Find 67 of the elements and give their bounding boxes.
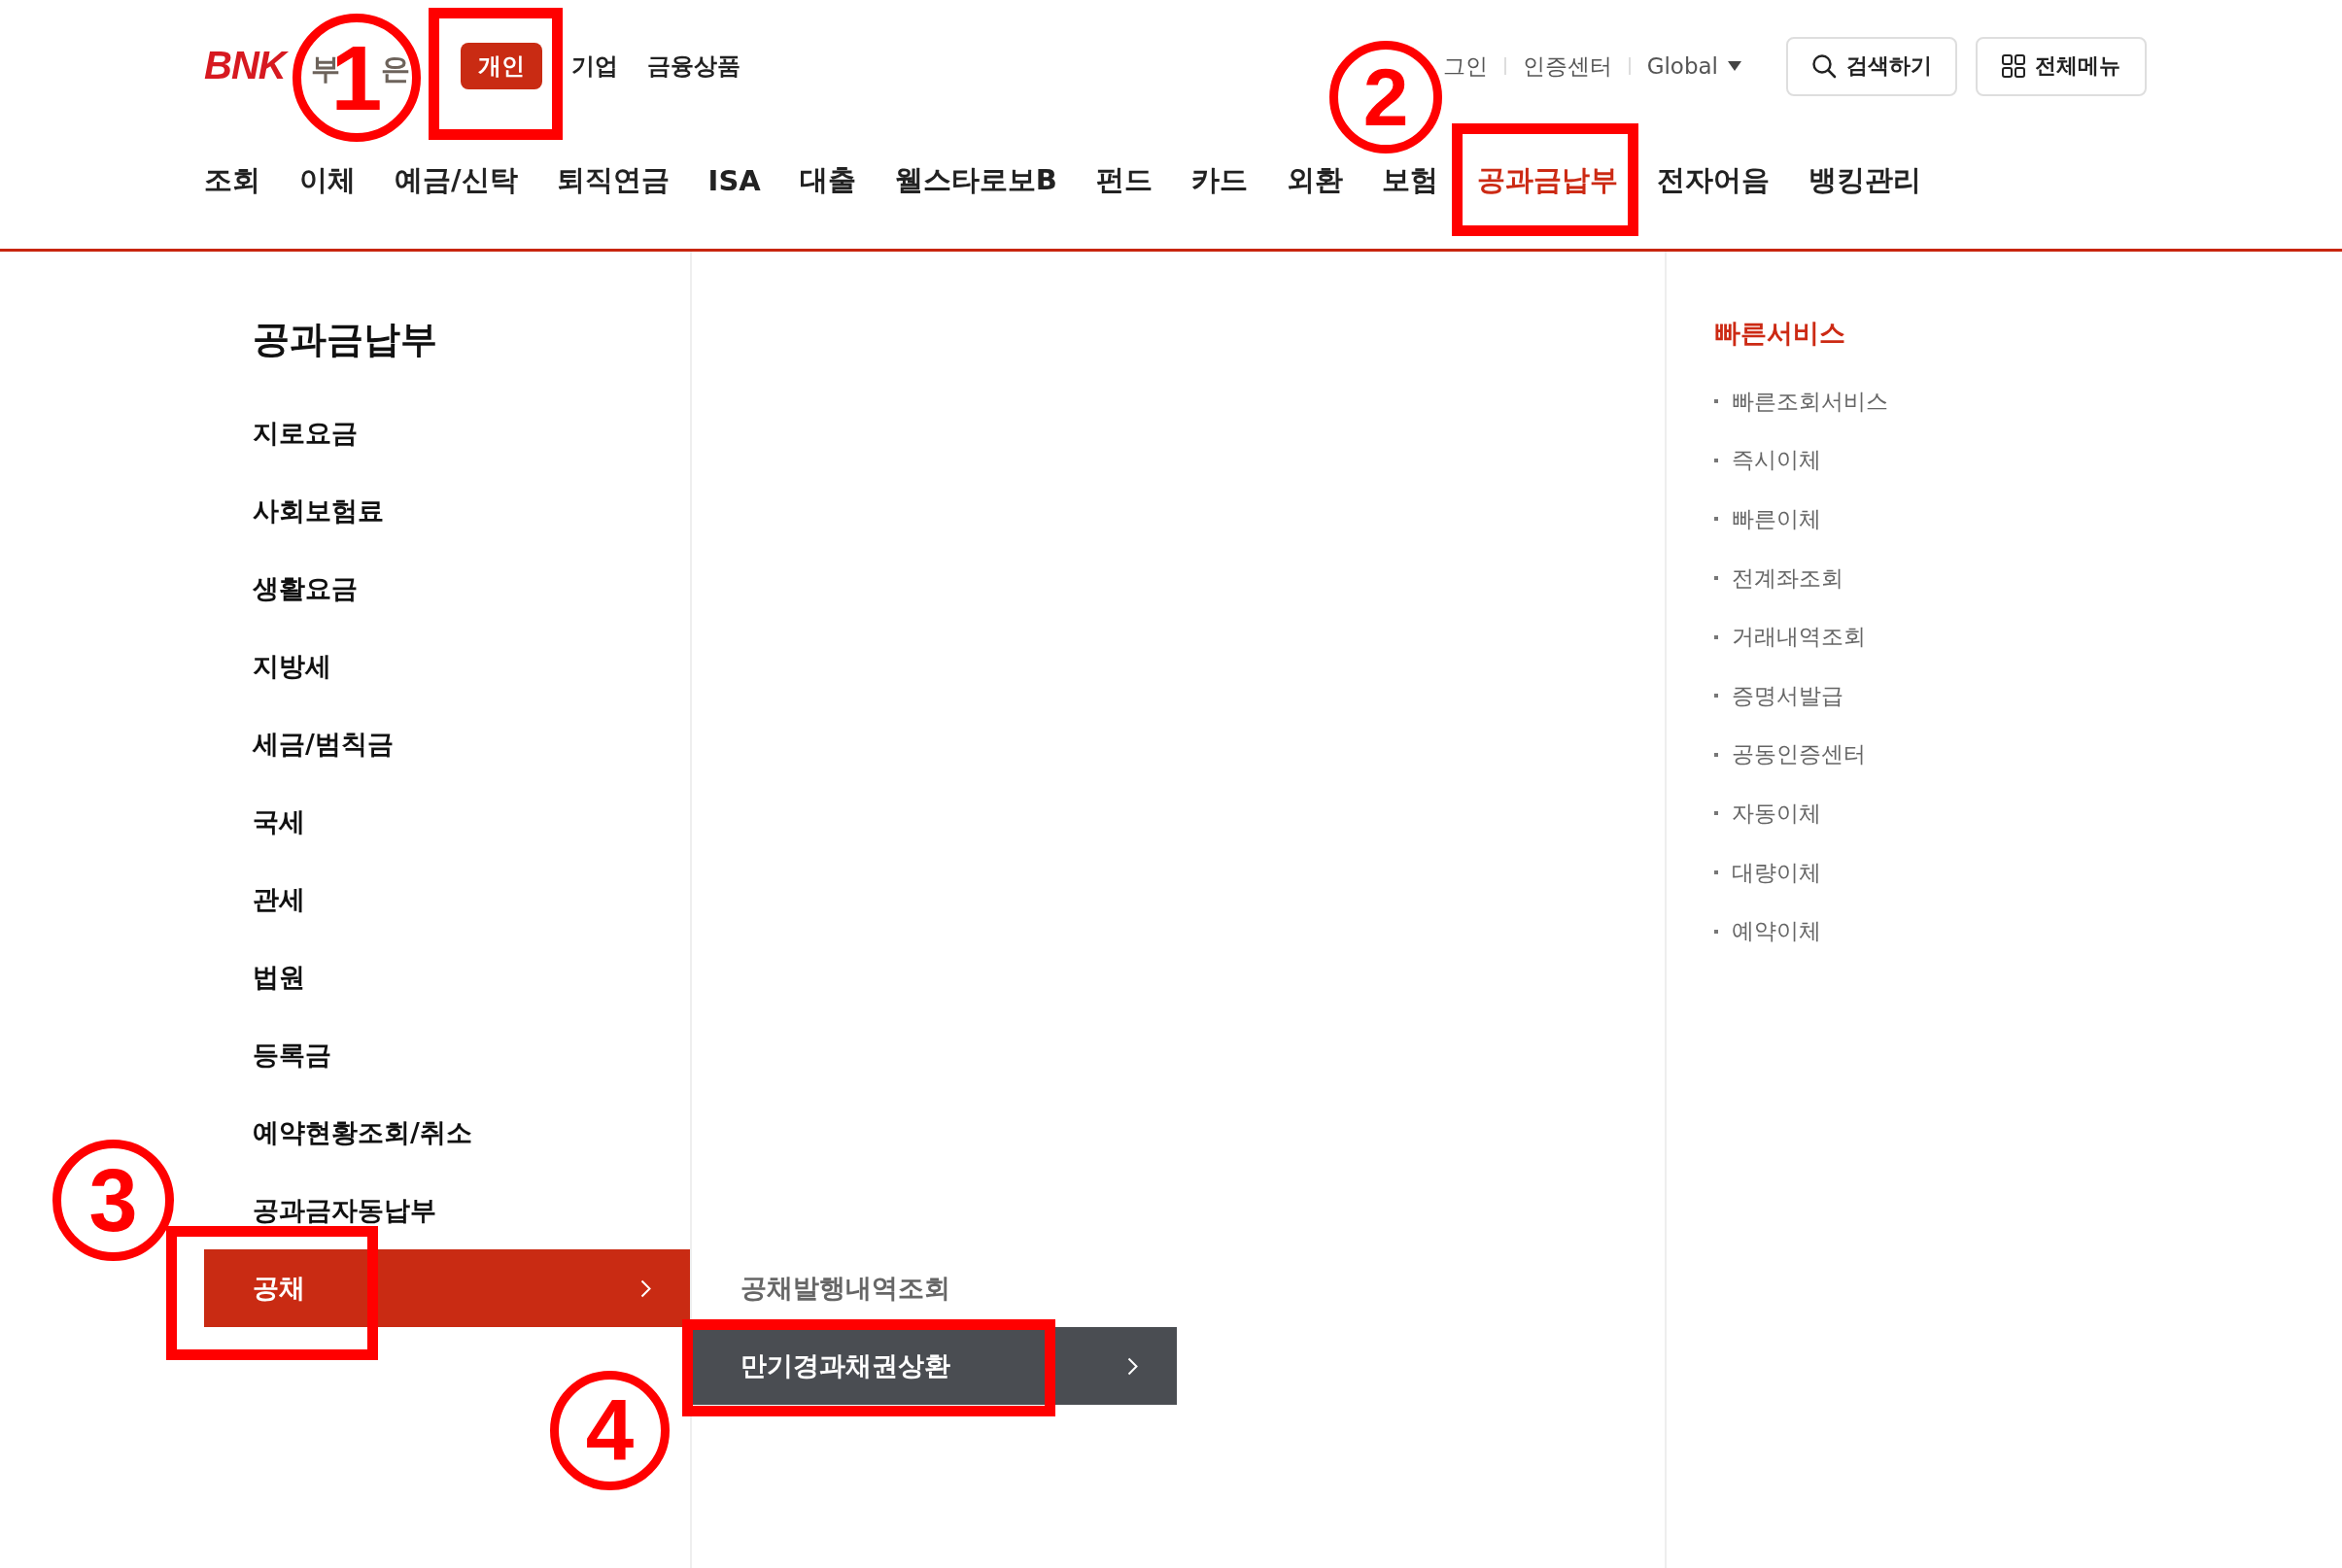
annotation-number: 4 [550, 1371, 670, 1490]
chevron-right-icon [1127, 1356, 1138, 1376]
grid-icon [2002, 54, 2025, 78]
annotation-number: 3 [52, 1140, 174, 1261]
nav-tab[interactable]: 보험 [1381, 161, 1438, 200]
side-menu-item[interactable]: 등록금 [204, 1016, 690, 1094]
utility-link[interactable]: 인증센터 [1522, 51, 1612, 82]
quick-service-link[interactable]: 빠른이체 [1732, 504, 1821, 534]
bullet-icon [1714, 399, 1718, 404]
annotation-number: 2 [1329, 41, 1442, 153]
nav-tab[interactable]: 외환 [1286, 161, 1343, 200]
language-dropdown[interactable]: Global [1646, 53, 1741, 79]
quick-service-link[interactable]: 전계좌조회 [1732, 562, 1843, 594]
nav-tab[interactable]: 조회 [204, 161, 260, 200]
quick-service-link[interactable]: 자동이체 [1732, 798, 1821, 829]
quick-service-link[interactable]: 거래내역조회 [1732, 622, 1866, 653]
submenu-item[interactable]: 만기경과채권상환 [692, 1327, 1177, 1405]
search-button[interactable]: 검색하기 [1786, 36, 1957, 96]
side-menu-item[interactable]: 국세 [204, 783, 690, 861]
side-menu-item[interactable]: 사회보험료 [204, 472, 690, 550]
bullet-icon [1714, 870, 1718, 875]
search-icon [1811, 53, 1837, 79]
nav-tab[interactable]: ISA [707, 164, 761, 197]
quick-service-title: 빠른서비스 [1714, 317, 1845, 350]
quick-service-link[interactable]: 빠른조회서비스 [1732, 386, 1888, 417]
nav-tab[interactable]: 대출 [799, 161, 856, 200]
quick-service-link[interactable]: 증명서발급 [1732, 680, 1843, 711]
bullet-icon [1714, 752, 1718, 757]
all-menu-button[interactable]: 전체메뉴 [1976, 36, 2147, 96]
nav-tab[interactable]: 펀드 [1095, 161, 1153, 200]
bullet-icon [1714, 458, 1718, 462]
side-menu-item[interactable]: 예약현황조회/취소 [204, 1094, 690, 1172]
side-menu-item[interactable]: 생활요금 [204, 550, 690, 628]
side-menu-item[interactable]: 지로요금 [204, 394, 690, 472]
segment-tab[interactable]: 기업 [570, 43, 618, 89]
side-menu-item[interactable]: 세금/범칙금 [204, 705, 690, 783]
side-menu-item[interactable]: 공과금자동납부 [204, 1172, 690, 1249]
nav-tab[interactable]: 웰스타로보B [894, 161, 1057, 200]
submenu-item[interactable]: 공채발행내역조회 [692, 1249, 1177, 1327]
nav-tab[interactable]: 뱅킹관리 [1808, 161, 1921, 200]
side-menu-item[interactable]: 관세 [204, 861, 690, 938]
quick-service-link[interactable]: 공동인증센터 [1732, 739, 1866, 770]
nav-tab[interactable]: 이체 [299, 161, 356, 200]
bullet-icon [1714, 811, 1718, 816]
logo-text[interactable]: 은 [380, 49, 410, 89]
segment-tab[interactable]: 금융상품 [646, 43, 740, 89]
quick-service-link[interactable]: 즉시이체 [1732, 445, 1821, 476]
side-menu-item[interactable]: 지방세 [204, 628, 690, 705]
segment-tab[interactable]: 개인 [460, 43, 542, 89]
nav-tab[interactable]: 예금/신탁 [395, 161, 518, 200]
nav-tab[interactable]: 공과금납부 [1476, 161, 1618, 200]
nav-tab[interactable]: 카드 [1190, 161, 1248, 200]
bullet-icon [1714, 634, 1718, 639]
side-menu-item[interactable]: 공채 [204, 1249, 690, 1327]
bullet-icon [1714, 517, 1718, 522]
bullet-icon [1714, 929, 1718, 934]
nav-tab[interactable]: 퇴직연금 [556, 161, 670, 200]
quick-service-link[interactable]: 대량이체 [1732, 857, 1821, 888]
caret-down-icon [1728, 61, 1741, 71]
utility-link[interactable]: 그인 [1442, 51, 1488, 82]
bullet-icon [1714, 576, 1718, 581]
nav-tab[interactable]: 전자어음 [1656, 161, 1770, 200]
chevron-right-icon [640, 1278, 651, 1298]
quick-service-link[interactable]: 예약이체 [1732, 916, 1821, 947]
section-title: 공과금납부 [253, 317, 437, 362]
bullet-icon [1714, 694, 1718, 699]
side-menu-item[interactable]: 법원 [204, 938, 690, 1016]
